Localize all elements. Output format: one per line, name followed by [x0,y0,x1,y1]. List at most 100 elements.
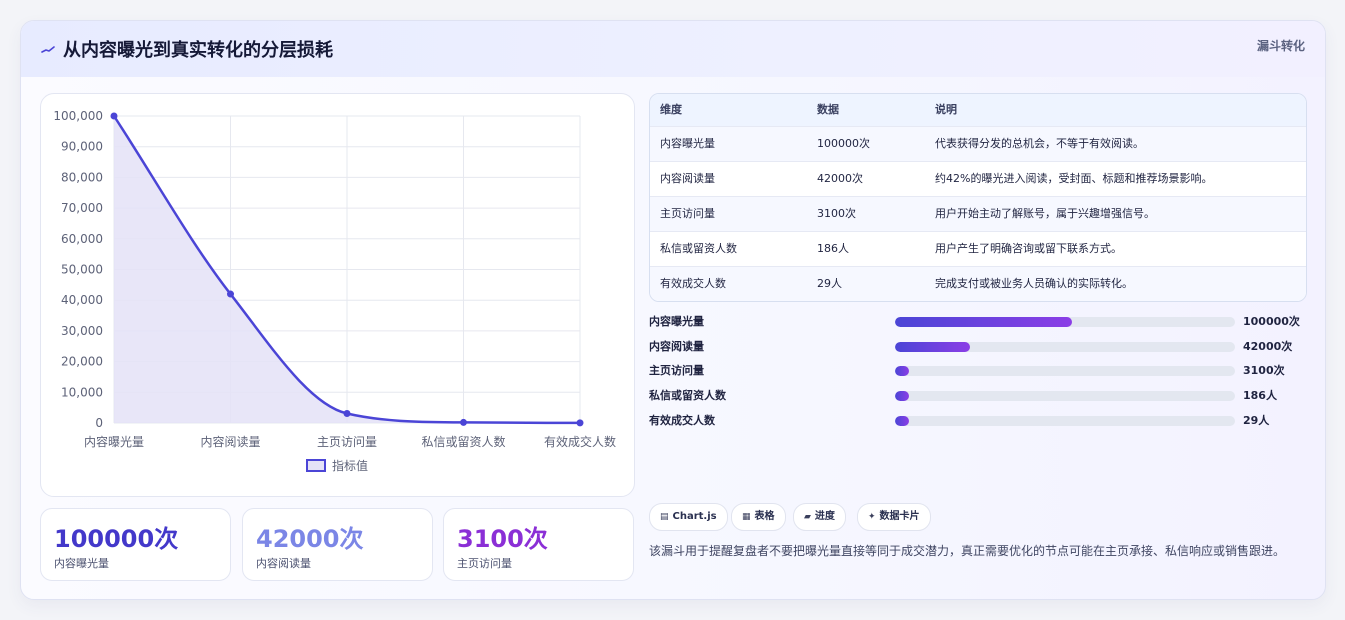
column-header-note: 说明 [935,103,957,116]
progress-track [895,391,1235,401]
card-title: 从内容曝光到真实转化的分层损耗 [63,40,333,61]
stat-card-exposure: 100000次 内容曝光量 [40,508,231,581]
chip-data-card[interactable]: ✦ 数据卡片 [857,503,931,531]
progress-label: 有效成交人数 [649,414,715,427]
table-header-row: 维度 数据 说明 [650,94,1306,126]
y-tick-label: 20,000 [61,355,103,369]
y-tick-label: 50,000 [61,263,103,277]
data-point [110,112,118,120]
cell-data: 3100次 [817,207,856,220]
sparkle-icon: ✦ [868,512,876,522]
stat-card-visits: 3100次 主页访问量 [443,508,634,581]
chip-label: Chart.js [672,511,717,522]
chip-table[interactable]: ▦ 表格 [731,503,786,531]
cell-dimension: 内容曝光量 [660,137,715,150]
progress-track [895,342,1235,352]
progress-track [895,366,1235,376]
metrics-table: 维度 数据 说明 内容曝光量 100000次 代表获得分发的总机会，不等于有效阅… [649,93,1307,302]
chip-progress[interactable]: ▰ 进度 [793,503,846,531]
stat-label: 内容曝光量 [54,557,109,570]
y-tick-label: 40,000 [61,293,103,307]
cell-data: 100000次 [817,137,870,150]
data-point [576,419,584,427]
progress-fill [895,416,909,426]
cell-dimension: 内容阅读量 [660,172,715,185]
progress-value: 186人 [1243,389,1277,402]
chip-label: 数据卡片 [879,511,920,522]
stat-label: 内容阅读量 [256,557,311,570]
progress-label: 主页访问量 [649,364,704,377]
funnel-description: 该漏斗用于提醒复盘者不要把曝光量直接等同于成交潜力，真正需要优化的节点可能在主页… [649,544,1286,558]
pulse-icon [41,46,55,53]
progress-value: 29人 [1243,414,1270,427]
legend-swatch [306,459,326,472]
legend-label: 指标值 [332,458,368,473]
table-icon: ▦ [742,512,751,522]
table-row: 有效成交人数 29人 完成支付或被业务人员确认的实际转化。 [650,266,1306,301]
data-point [343,409,351,417]
column-header-data: 数据 [817,103,839,116]
table-row: 主页访问量 3100次 用户开始主动了解账号，属于兴趣增强信号。 [650,196,1306,231]
cell-dimension: 私信或留资人数 [660,242,737,255]
progress-value: 100000次 [1243,315,1300,328]
column-header-dimension: 维度 [660,103,682,116]
progress-fill [895,366,909,376]
funnel-tag: 漏斗转化 [1256,39,1305,53]
progress-value: 3100次 [1243,364,1285,377]
progress-icon: ▰ [804,512,811,522]
progress-row-visits: 主页访问量 3100次 [649,360,1305,380]
y-tick-label: 10,000 [61,385,103,399]
progress-fill [895,317,1072,327]
cell-note: 用户产生了明确咨询或留下联系方式。 [935,242,1122,255]
y-tick-label: 0 [95,416,103,430]
chart-icon: ▤ [660,512,669,522]
progress-track [895,416,1235,426]
table-row: 私信或留资人数 186人 用户产生了明确咨询或留下联系方式。 [650,231,1306,266]
progress-row-deals: 有效成交人数 29人 [649,410,1305,430]
x-tick-label: 主页访问量 [317,435,377,449]
stat-value: 3100次 [457,525,548,553]
cell-note: 约42%的曝光进入阅读，受封面、标题和推荐场景影响。 [935,172,1213,185]
progress-track [895,317,1235,327]
y-tick-label: 70,000 [61,201,103,215]
progress-label: 内容阅读量 [649,340,704,353]
stat-value: 42000次 [256,525,364,553]
data-point [460,418,467,426]
progress-row-reads: 内容阅读量 42000次 [649,336,1305,356]
y-tick-label: 100,000 [53,109,103,123]
cell-data: 186人 [817,242,849,255]
funnel-line-chart: 0 10,000 20,000 30,000 40,000 50,000 60,000 70,… [40,93,635,497]
cell-dimension: 主页访问量 [660,207,715,220]
progress-value: 42000次 [1243,340,1293,353]
stat-value: 100000次 [54,525,179,553]
x-tick-label: 内容曝光量 [84,434,144,449]
progress-label: 私信或留资人数 [649,389,726,402]
funnel-card: 从内容曝光到真实转化的分层损耗 漏斗转化 0 10,000 20,000 30,000… [20,20,1326,600]
progress-row-leads: 私信或留资人数 186人 [649,385,1305,405]
y-tick-label: 80,000 [61,170,103,184]
x-tick-label: 私信或留资人数 [421,434,505,449]
chip-label: 进度 [814,511,835,522]
progress-fill [895,342,970,352]
stat-label: 主页访问量 [457,557,512,570]
table-row: 内容曝光量 100000次 代表获得分发的总机会，不等于有效阅读。 [650,126,1306,161]
y-tick-label: 60,000 [61,232,103,246]
y-tick-label: 30,000 [61,324,103,338]
progress-row-exposure: 内容曝光量 100000次 [649,311,1305,331]
card-header: 从内容曝光到真实转化的分层损耗 漏斗转化 [21,21,1325,77]
chart-svg: 0 10,000 20,000 30,000 40,000 50,000 60,000 70,… [53,109,616,473]
chip-label: 表格 [754,511,775,522]
stat-card-reads: 42000次 内容阅读量 [242,508,433,581]
cell-note: 完成支付或被业务人员确认的实际转化。 [935,277,1133,290]
cell-data: 29人 [817,277,842,290]
chip-chartjs[interactable]: ▤ Chart.js [649,503,728,531]
y-tick-label: 90,000 [61,140,103,154]
cell-data: 42000次 [817,172,863,185]
table-row: 内容阅读量 42000次 约42%的曝光进入阅读，受封面、标题和推荐场景影响。 [650,161,1306,196]
progress-label: 内容曝光量 [649,315,704,328]
data-point [227,290,234,298]
progress-fill [895,391,909,401]
cell-dimension: 有效成交人数 [660,277,726,290]
cell-note: 用户开始主动了解账号，属于兴趣增强信号。 [935,207,1155,220]
cell-note: 代表获得分发的总机会，不等于有效阅读。 [935,137,1144,150]
